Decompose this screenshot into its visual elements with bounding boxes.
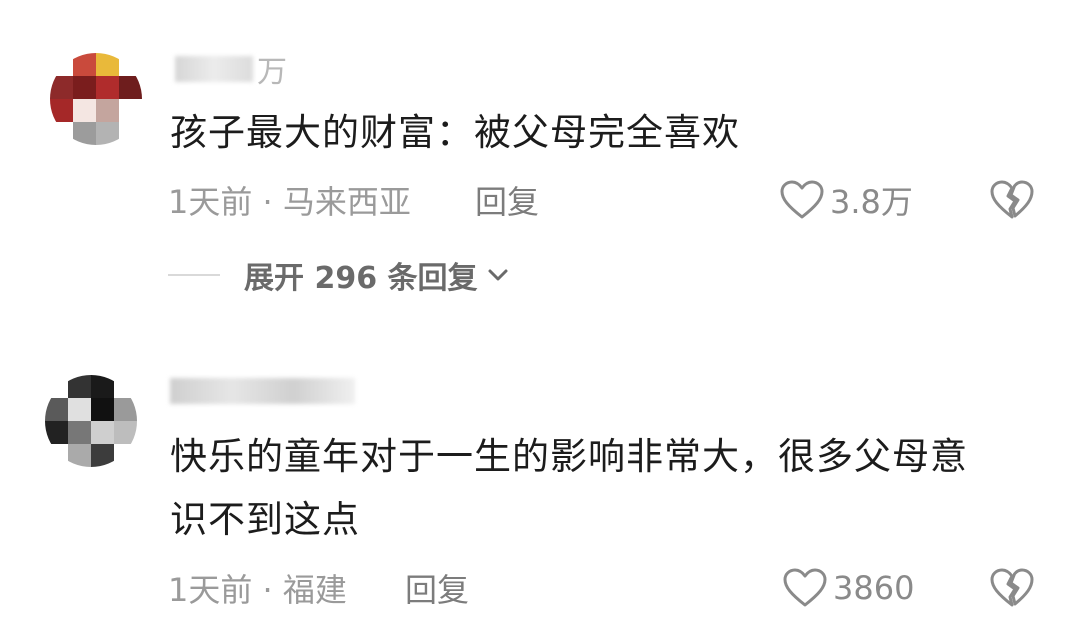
avatar-mosaic-cell (114, 398, 137, 421)
avatar-mosaic-cell (119, 76, 142, 99)
broken-heart-icon (990, 568, 1034, 607)
avatar-mosaic-cell (96, 122, 119, 145)
avatar-mosaic-cell (68, 444, 91, 467)
avatar-mosaic-cell (91, 375, 114, 398)
expand-replies-button[interactable]: 展开 296 条回复 (168, 253, 510, 297)
comment-meta: 1天前 · 马来西亚 (168, 183, 411, 221)
avatar-mosaic-cell (96, 76, 119, 99)
comment-text-line: 孩子最大的财富：被父母完全喜欢 (170, 111, 740, 154)
reply-button[interactable]: 回复 (475, 178, 539, 222)
avatar-mosaic-cell (96, 53, 119, 76)
avatar-mosaic-cell (45, 375, 68, 398)
comment-text-line: 识不到这点 (170, 498, 360, 541)
divider-line (168, 274, 220, 276)
comment-text-line: 快乐的童年对于一生的影响非常大，很多父母意 (170, 435, 968, 478)
avatar-mosaic-cell (96, 99, 119, 122)
avatar-mosaic-cell (91, 398, 114, 421)
avatar-mosaic-cell (45, 421, 68, 444)
avatar-mosaic-cell (50, 76, 73, 99)
avatar-mosaic-cell (73, 76, 96, 99)
avatar-mosaic-cell (119, 122, 142, 145)
username[interactable] (170, 374, 359, 408)
avatar-mosaic-cell (114, 421, 137, 444)
username[interactable]: 万 (175, 52, 287, 90)
chevron-down-icon (488, 269, 508, 281)
like-count: 3.8万 (830, 183, 913, 221)
heart-icon (780, 180, 824, 219)
like-count: 3860 (833, 569, 915, 607)
comment-text: 快乐的童年对于一生的影响非常大，很多父母意 识不到这点 (170, 425, 968, 551)
like-button[interactable]: 3860 (783, 566, 914, 610)
dislike-button[interactable] (990, 566, 1034, 610)
comment-text: 孩子最大的财富：被父母完全喜欢 (170, 101, 740, 164)
reply-button[interactable]: 回复 (405, 566, 469, 610)
avatar-mosaic-cell (68, 375, 91, 398)
username-blurred (175, 56, 253, 82)
avatar-mosaic-cell (91, 421, 114, 444)
avatar-mosaic-cell (114, 375, 137, 398)
avatar-mosaic-cell (114, 444, 137, 467)
dislike-button[interactable] (990, 178, 1034, 222)
comment-meta: 1天前 · 福建 (168, 571, 347, 609)
avatar-mosaic-cell (50, 122, 73, 145)
username-suffix: 万 (257, 55, 287, 90)
avatar-mosaic-cell (119, 99, 142, 122)
broken-heart-icon (990, 180, 1034, 219)
avatar-mosaic-cell (73, 122, 96, 145)
heart-icon (783, 568, 827, 607)
avatar-mosaic-cell (73, 53, 96, 76)
avatar[interactable] (45, 375, 137, 467)
username-blurred (170, 378, 355, 404)
avatar-mosaic-cell (45, 444, 68, 467)
expand-replies-label: 展开 296 条回复 (244, 261, 478, 296)
avatar-mosaic-cell (73, 99, 96, 122)
like-button[interactable]: 3.8万 (780, 178, 913, 222)
avatar-mosaic-cell (91, 444, 114, 467)
avatar-mosaic-cell (119, 53, 142, 76)
avatar-mosaic-cell (50, 53, 73, 76)
avatar-mosaic-cell (50, 99, 73, 122)
avatar-mosaic-cell (45, 398, 68, 421)
avatar-mosaic-cell (68, 398, 91, 421)
avatar-mosaic-cell (68, 421, 91, 444)
avatar[interactable] (50, 53, 142, 145)
